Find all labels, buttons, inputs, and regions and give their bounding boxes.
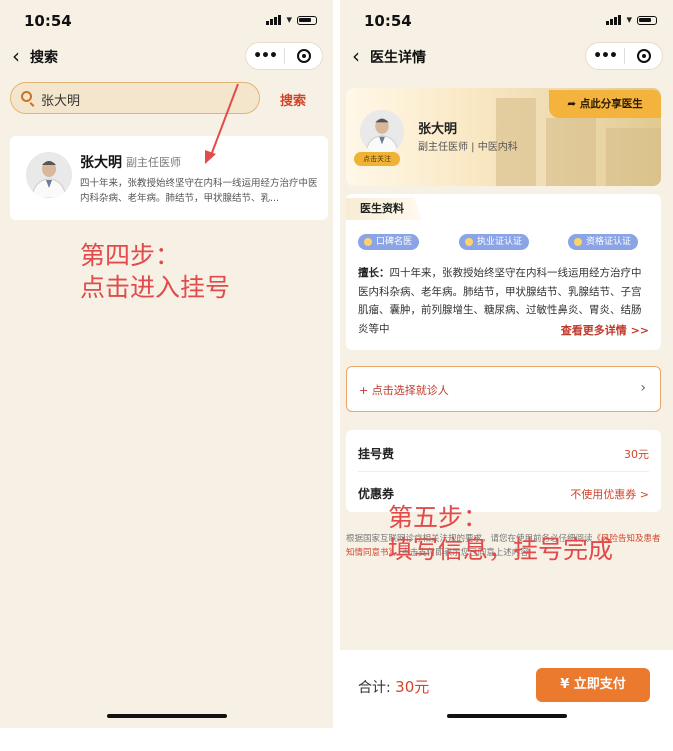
registration-fee-row: 挂号费 30元	[358, 432, 649, 472]
badge-practice-license: 执业证认证	[459, 234, 530, 250]
nav-bar: ‹ 医生详情 •••	[340, 42, 673, 72]
mini-program-capsule: •••	[585, 42, 663, 70]
badge-qualification: 资格证认证	[568, 234, 639, 250]
section-label: 医生资料	[346, 198, 422, 220]
fee-card: 挂号费 30元 优惠券 不使用优惠券 >	[346, 430, 661, 512]
step-four-annotation: 第四步： 点击进入挂号	[80, 241, 231, 302]
back-icon[interactable]: ‹	[352, 44, 360, 68]
status-bar: 10:54 ▾	[340, 10, 673, 34]
medal-icon	[465, 238, 473, 246]
medal-icon	[364, 238, 372, 246]
coupon-value: 不使用优惠券 >	[570, 488, 649, 501]
select-patient-label: + 点击选择就诊人	[359, 384, 449, 397]
doctor-avatar	[360, 110, 404, 154]
search-screen: 10:54 ▾ ‹ 搜索 ••• 张大明 搜索 张大明 副主任医师 四十年来，张…	[0, 0, 333, 728]
share-doctor-button[interactable]: ➦ 点此分享医生	[549, 90, 661, 118]
doctor-profile-banner: 点击关注 张大明 副主任医师 | 中医内科 ➦ 点此分享医生	[346, 88, 661, 186]
chevron-right-icon: ›	[640, 380, 646, 396]
total-amount: 合计: 30元	[358, 678, 430, 696]
select-patient-button[interactable]: + 点击选择就诊人 ›	[346, 366, 661, 412]
registration-fee-value: 30元	[624, 448, 649, 461]
badge-reputation: 口碑名医	[358, 234, 420, 250]
status-time: 10:54	[364, 12, 412, 30]
doctor-info-card: 医生资料 口碑名医 执业证认证 资格证认证 擅长：四十年来，张教授始终坚守在内科…	[346, 194, 661, 350]
coupon-label: 优惠券	[358, 487, 395, 501]
view-more-link[interactable]: 查看更多详情 >>	[552, 322, 649, 338]
step-five-annotation: 第五步： 填写信息，挂号完成	[388, 503, 614, 564]
doctor-title: 副主任医师 | 中医内科	[418, 142, 518, 153]
wifi-icon: ▾	[626, 13, 632, 26]
page-title: 医生详情	[370, 50, 426, 66]
close-mini-program-button[interactable]	[625, 49, 662, 63]
registration-fee-label: 挂号费	[358, 447, 395, 461]
battery-icon	[637, 15, 657, 25]
medal-icon	[574, 238, 582, 246]
pay-now-button[interactable]: ¥ 立即支付	[536, 668, 650, 702]
home-indicator	[446, 714, 567, 718]
home-indicator	[106, 714, 227, 718]
follow-button[interactable]: 点击关注	[354, 152, 400, 166]
doctor-detail-screen: 10:54 ▾ ‹ 医生详情 ••• 点击关注 张大明 副主任医师 | 中医内科…	[340, 0, 673, 728]
target-icon	[636, 49, 651, 63]
share-arrow-icon: ➦	[567, 98, 577, 110]
signal-icon	[606, 15, 622, 25]
doctor-name: 张大明	[418, 122, 458, 137]
more-icon[interactable]: •••	[586, 48, 624, 64]
